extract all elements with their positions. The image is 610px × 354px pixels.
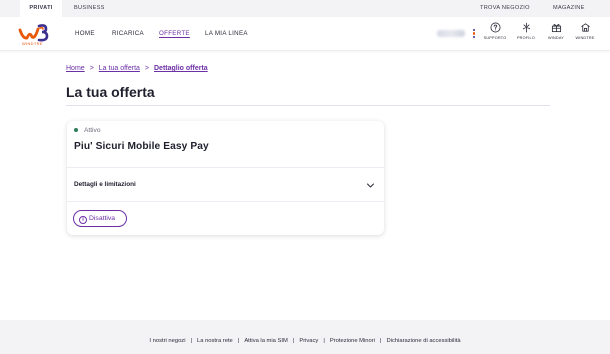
line-switcher-icon[interactable] xyxy=(472,29,476,39)
logo-wordmark: WINDTRE xyxy=(22,41,43,46)
magazine-link[interactable]: Magazine xyxy=(553,0,585,17)
breadcrumb-home[interactable]: Home xyxy=(66,65,85,72)
footer-link-negozi[interactable]: I nostri negozi xyxy=(149,338,185,344)
profile-icon xyxy=(522,22,530,33)
offer-card: Attivo Piu' Sicuri Mobile Easy Pay Detta… xyxy=(67,121,384,235)
footer: I nostri negozi | La nostra rete | Attiva la… xyxy=(0,320,610,354)
nav-ricarica[interactable]: Ricarica xyxy=(112,17,144,51)
details-accordion-label[interactable]: Dettagli e limitazioni xyxy=(74,181,136,188)
card-divider xyxy=(67,201,384,202)
breadcrumb: Home > La tua offerta > Dettaglio offerta xyxy=(66,65,208,72)
header-support-label: Supporto xyxy=(483,36,507,40)
chevron-down-icon[interactable] xyxy=(366,182,375,189)
info-icon: i xyxy=(79,215,87,224)
header-windtre-label: WindTre xyxy=(575,36,595,40)
footer-link-protezione-minori[interactable]: Protezione Minori xyxy=(330,338,375,344)
nav-offerte[interactable]: Offerte xyxy=(159,17,190,51)
header-profile-label: Profilo xyxy=(516,36,536,40)
header-winday-label: WinDay xyxy=(547,36,565,40)
header-windtre[interactable]: WindTre xyxy=(570,22,600,48)
help-circle-icon xyxy=(490,22,500,33)
footer-separator: | xyxy=(323,338,325,344)
segment-bar: Privati Business Trova negozio Magazine xyxy=(0,0,610,17)
deactivate-button-label: Disattiva xyxy=(89,215,116,222)
header-winday[interactable]: WinDay xyxy=(541,22,571,48)
main-header: WINDTRE Home Ricarica Offerte La mia lin… xyxy=(0,17,610,51)
breadcrumb-separator: > xyxy=(144,65,149,72)
status-dot-icon xyxy=(74,127,78,132)
user-name-blurred xyxy=(437,30,465,37)
footer-separator: | xyxy=(237,338,240,344)
windtre-icon xyxy=(580,23,590,32)
offer-status: Attivo xyxy=(74,127,101,134)
deactivate-button[interactable]: i Disattiva xyxy=(73,210,127,227)
segment-privati[interactable]: Privati xyxy=(20,0,62,17)
breadcrumb-separator: > xyxy=(89,65,94,72)
header-support[interactable]: Supporto xyxy=(480,22,510,48)
offer-status-text: Attivo xyxy=(84,127,101,134)
breadcrumb-current[interactable]: Dettaglio offerta xyxy=(154,65,208,72)
footer-separator: | xyxy=(379,338,382,344)
store-locator-link[interactable]: Trova negozio xyxy=(480,0,530,17)
segment-business[interactable]: Business xyxy=(74,0,105,17)
nav-la-mia-linea[interactable]: La mia linea xyxy=(205,17,248,51)
footer-link-attiva-sim[interactable]: Attiva la mia SIM xyxy=(244,338,288,344)
offer-name: Piu' Sicuri Mobile Easy Pay xyxy=(74,141,209,152)
footer-link-rete[interactable]: La nostra rete xyxy=(197,338,233,344)
gift-icon xyxy=(551,24,561,33)
footer-links: I nostri negozi | La nostra rete | Attiva la… xyxy=(0,320,610,354)
breadcrumb-la-tua-offerta[interactable]: La tua offerta xyxy=(99,65,140,72)
card-divider xyxy=(67,167,384,168)
nav-home[interactable]: Home xyxy=(75,17,95,51)
footer-link-accessibilita[interactable]: Dichiarazione di accessibilità xyxy=(386,338,460,344)
footer-separator: | xyxy=(190,338,193,344)
page-title: La tua offerta xyxy=(66,84,155,100)
title-divider xyxy=(66,105,550,106)
footer-link-privacy[interactable]: Privacy xyxy=(299,338,318,344)
footer-separator: | xyxy=(292,338,295,344)
header-profile[interactable]: Profilo xyxy=(511,22,541,48)
